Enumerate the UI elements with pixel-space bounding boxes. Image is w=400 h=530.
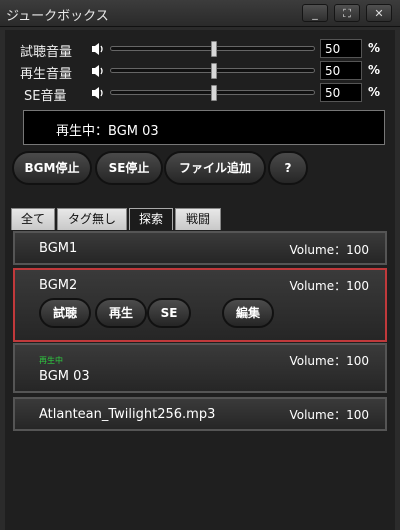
help-button[interactable]: ? — [268, 151, 308, 185]
track-title: Atlantean_Twilight256.mp3 — [39, 407, 216, 422]
speaker-icon — [92, 43, 103, 55]
slider-thumb[interactable] — [211, 41, 217, 57]
edit-button[interactable]: 編集 — [222, 298, 274, 328]
track-title: BGM2 — [39, 278, 78, 293]
track-title: BGM1 — [39, 241, 78, 256]
play-button[interactable]: 再生 — [95, 298, 147, 328]
tab-untagged[interactable]: タグ無し — [57, 208, 127, 230]
speaker-icon — [92, 87, 103, 99]
track-item-bgm03[interactable]: 再生中 BGM 03 Volume：100 — [13, 343, 387, 393]
percent-unit: % — [368, 41, 381, 55]
track-volume: Volume：100 — [289, 354, 369, 368]
track-volume: Volume：100 — [289, 279, 369, 293]
add-file-button[interactable]: ファイル追加 — [164, 151, 266, 185]
play-volume-row: 再生音量 50 % — [15, 61, 395, 82]
se-volume-slider[interactable] — [110, 85, 315, 101]
play-volume-input[interactable]: 50 — [320, 61, 362, 80]
window-title: ジュークボックス — [6, 9, 109, 24]
track-volume: Volume：100 — [289, 408, 369, 422]
se-stop-button[interactable]: SE停止 — [95, 151, 163, 185]
close-button[interactable]: ✕ — [366, 4, 392, 22]
maximize-button[interactable]: ⛶ — [334, 4, 360, 22]
preview-button[interactable]: 試聴 — [39, 298, 91, 328]
play-volume-label: 再生音量 — [20, 67, 73, 82]
track-volume: Volume：100 — [289, 243, 369, 257]
tab-all[interactable]: 全て — [11, 208, 55, 230]
percent-unit: % — [368, 63, 381, 77]
track-item-atlantean[interactable]: Atlantean_Twilight256.mp3 Volume：100 — [13, 397, 387, 431]
track-item-bgm2[interactable]: BGM2 Volume：100 試聴 再生 SE 編集 — [13, 268, 387, 342]
preview-volume-label: 試聴音量 — [20, 45, 73, 60]
preview-volume-slider[interactable] — [110, 41, 315, 57]
now-playing-display: 再生中：BGM 03 — [23, 110, 385, 145]
title-bar[interactable]: ジュークボックス _ ⛶ ✕ — [0, 0, 400, 27]
preview-volume-input[interactable]: 50 — [320, 39, 362, 58]
preview-volume-row: 試聴音量 50 % — [15, 39, 395, 60]
se-volume-row: SE音量 50 % — [15, 83, 395, 104]
se-button[interactable]: SE — [147, 298, 191, 328]
slider-thumb[interactable] — [211, 85, 217, 101]
now-playing-text: 再生中：BGM 03 — [56, 124, 159, 139]
tab-battle[interactable]: 戦闘 — [175, 208, 221, 230]
tab-explore[interactable]: 探索 — [129, 208, 173, 230]
playing-status: 再生中 — [39, 356, 63, 365]
speaker-icon — [92, 65, 103, 77]
track-item-bgm1[interactable]: BGM1 Volume：100 — [13, 231, 387, 265]
bgm-stop-button[interactable]: BGM停止 — [12, 151, 92, 185]
track-title: BGM 03 — [39, 369, 90, 384]
percent-unit: % — [368, 85, 381, 99]
se-volume-input[interactable]: 50 — [320, 83, 362, 102]
minimize-button[interactable]: _ — [302, 4, 328, 22]
jukebox-panel: 試聴音量 50 % 再生音量 50 % SE音量 50 % 再生中：BGM 03 — [5, 30, 395, 530]
play-volume-slider[interactable] — [110, 63, 315, 79]
slider-thumb[interactable] — [211, 63, 217, 79]
se-volume-label: SE音量 — [24, 89, 67, 104]
